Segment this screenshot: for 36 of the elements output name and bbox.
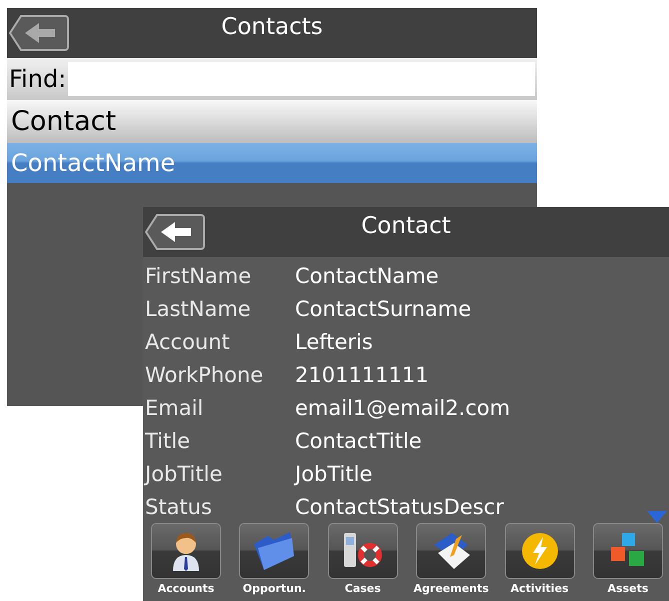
screen-title: Contact [360, 213, 452, 239]
field-value: ContactTitle [295, 428, 422, 452]
toolbar-label: Opportun. [242, 582, 306, 595]
toolbar-label: Agreements [414, 582, 489, 595]
field-label: LastName [144, 296, 252, 320]
field-label: FirstName [144, 264, 252, 288]
screen-title: Contacts [220, 14, 324, 40]
column-header: Contact [7, 100, 537, 143]
toolbar-button[interactable] [328, 523, 398, 579]
field-value: Lefteris [295, 330, 373, 354]
field-label: JobTitle [143, 462, 224, 486]
toolbar-button[interactable] [504, 523, 575, 579]
toolbar-label: Assets [608, 582, 648, 595]
toolbar-button[interactable] [416, 523, 486, 579]
field-value: ContactSurname [295, 296, 472, 320]
toolbar-label: Accounts [158, 582, 214, 595]
toolbar-button[interactable] [151, 523, 221, 579]
field-label: Status [144, 494, 213, 518]
field-label: Account [144, 330, 231, 354]
lightning-icon [520, 532, 559, 570]
toolbar-label: Cases [344, 582, 381, 595]
field-value: ContactName [295, 264, 439, 288]
toolbar-label: Activities [510, 582, 569, 595]
folder-icon [252, 532, 296, 570]
field-value: JobTitle [295, 462, 372, 486]
field-value: ContactStatusDescr [295, 494, 504, 518]
find-field[interactable] [68, 62, 535, 96]
field-value: 2101111111 [295, 362, 429, 386]
field-label: Title [144, 428, 192, 452]
find-label: Find: [9, 65, 66, 93]
field-label: WorkPhone [144, 362, 264, 386]
field-value: email1@email2.com [295, 396, 510, 420]
back-button[interactable] [9, 14, 69, 52]
back-button[interactable] [145, 213, 205, 251]
field-label: Email [144, 396, 204, 420]
contact-list-item[interactable]: ContactName [7, 143, 537, 183]
